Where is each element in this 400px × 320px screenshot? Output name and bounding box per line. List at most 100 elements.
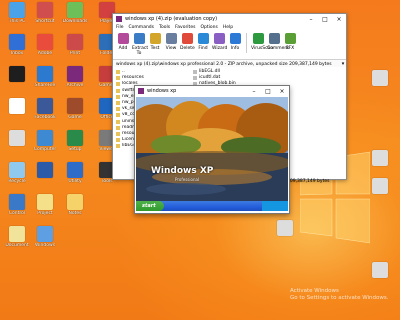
xp-start-button[interactable]: start [136,201,164,211]
desktop-icon[interactable]: Facebook [30,98,60,120]
app-icon [37,130,53,146]
desktop-icon[interactable]: ShareFile [30,66,60,88]
menu-item[interactable]: Help [223,25,233,30]
xp-maximize-icon[interactable]: □ [261,88,275,95]
desktop-icon[interactable] [365,70,395,87]
toolbar-button[interactable]: Test [148,33,162,51]
desktop-icon[interactable]: Document [2,226,32,248]
desktop-icon[interactable]: This PC [2,2,32,24]
app-icon [37,66,53,82]
desktop-icon[interactable]: Utility [60,162,90,184]
desktop: This PC Inbox Recycle Control Document Shortc… [0,0,400,320]
xp-system-tray [262,201,288,211]
toolbar-button-label: VirusScan [251,46,274,51]
desktop-icon[interactable]: Shortcut [30,2,60,24]
desktop-icon[interactable]: Downloads [60,2,90,24]
desktop-icon-label: Setup [68,147,82,152]
app-icon [9,162,25,178]
desktop-icon-label: This PC [8,19,26,24]
desktop-icon[interactable]: Inbox [2,34,32,56]
xp-minimize-icon[interactable]: – [247,88,261,95]
menu-item[interactable]: Options [200,25,217,30]
toolbar-button[interactable]: Info [228,33,242,51]
toolbar-icon [268,33,280,44]
toolbar-button[interactable]: Delete [180,33,195,51]
xp-window-title: windows xp [147,88,177,94]
xp-preview-window[interactable]: windows xp – □ × Windows XP Professional [134,85,290,214]
app-icon [37,98,53,114]
toolbar-button[interactable]: Wizard [212,33,228,51]
xp-logo-subtitle: Professional [175,177,200,182]
maximize-icon[interactable]: □ [318,16,332,23]
xp-app-icon [138,88,144,94]
toolbar-separator [246,33,247,53]
toolbar-icon [117,33,129,44]
toolbar-button-label: Add [118,46,128,51]
desktop-icon[interactable] [2,130,32,147]
toolbar-icon [284,33,296,44]
desktop-icon[interactable]: Notes [60,194,90,216]
desktop-icon[interactable]: Game [60,98,90,120]
app-icon [67,130,83,146]
xp-window-titlebar[interactable]: windows xp – □ × [135,86,289,96]
toolbar-button[interactable]: Find [196,33,210,51]
desktop-icon-label: Print [69,51,81,56]
app-icon [37,2,53,18]
toolbar-button[interactable]: View [164,33,178,51]
toolbar-button-label: View [165,46,177,51]
minimize-icon[interactable]: – [304,16,318,23]
desktop-icon[interactable]: Setup [60,130,90,152]
desktop-icon-label: Document [5,243,29,248]
desktop-icon-label: Downloads [62,19,88,24]
desktop-icon[interactable] [365,178,395,195]
desktop-icon[interactable]: Print [60,34,90,56]
toolbar-icon [181,33,193,44]
toolbar-button[interactable]: VirusScan [251,33,274,51]
app-icon [9,194,25,210]
app-icon [37,162,53,178]
menu-item[interactable]: Favorites [175,25,195,30]
toolbar-icon [165,33,177,44]
app-icon [67,98,83,114]
toolbar-button[interactable]: Comment [267,33,289,51]
toolbar-button[interactable]: Extract To [132,33,148,56]
winrar-titlebar[interactable]: windows xp (4).zip (evaluation copy) – □… [113,14,346,24]
xp-logo: Windows XP [151,166,214,176]
desktop-icon[interactable]: Archive [60,66,90,88]
toolbar-icon [229,33,241,44]
winrar-menubar: File Commands Tools Favorites Options Help [113,24,346,31]
desktop-icon[interactable]: Windows [30,226,60,248]
winrar-toolbar: Add Extract To Test View Delete Find Wizard Inf… [113,31,346,60]
app-icon [67,2,83,18]
desktop-icon-label: Control [8,211,26,216]
app-icon [9,98,25,114]
menu-item[interactable]: Commands [129,25,154,30]
toolbar-button[interactable]: SFX [283,33,297,51]
toolbar-button-label: Wizard [212,46,228,51]
watermark-title: Activate Windows [290,288,339,294]
menu-item[interactable]: Tools [159,25,170,30]
archive-path-text: windows xp (4).zip\windows xp profession… [116,61,332,67]
file-icon [277,220,293,236]
xp-close-icon[interactable]: × [275,88,289,95]
desktop-icon[interactable]: Control [2,194,32,216]
app-icon [67,162,83,178]
winrar-app-icon [116,16,122,22]
desktop-icon[interactable]: Adobe [30,34,60,56]
desktop-icon-label: Computer [33,147,57,152]
desktop-icon[interactable] [365,150,395,167]
toolbar-button[interactable]: Add [116,33,130,51]
desktop-icon-label: Inbox [10,51,24,56]
app-icon [9,34,25,50]
desktop-icon[interactable] [2,98,32,115]
desktop-icon[interactable] [270,220,300,237]
desktop-icon[interactable] [2,66,32,83]
desktop-icon[interactable] [365,262,395,279]
desktop-icon-label: Archive [66,83,84,88]
desktop-icon[interactable]: Project [30,194,60,216]
desktop-icon[interactable]: Computer [30,130,60,152]
menu-item[interactable]: File [116,25,124,30]
desktop-icon[interactable]: Recycle [2,162,32,184]
close-icon[interactable]: × [332,16,346,23]
desktop-icon[interactable] [30,162,60,179]
